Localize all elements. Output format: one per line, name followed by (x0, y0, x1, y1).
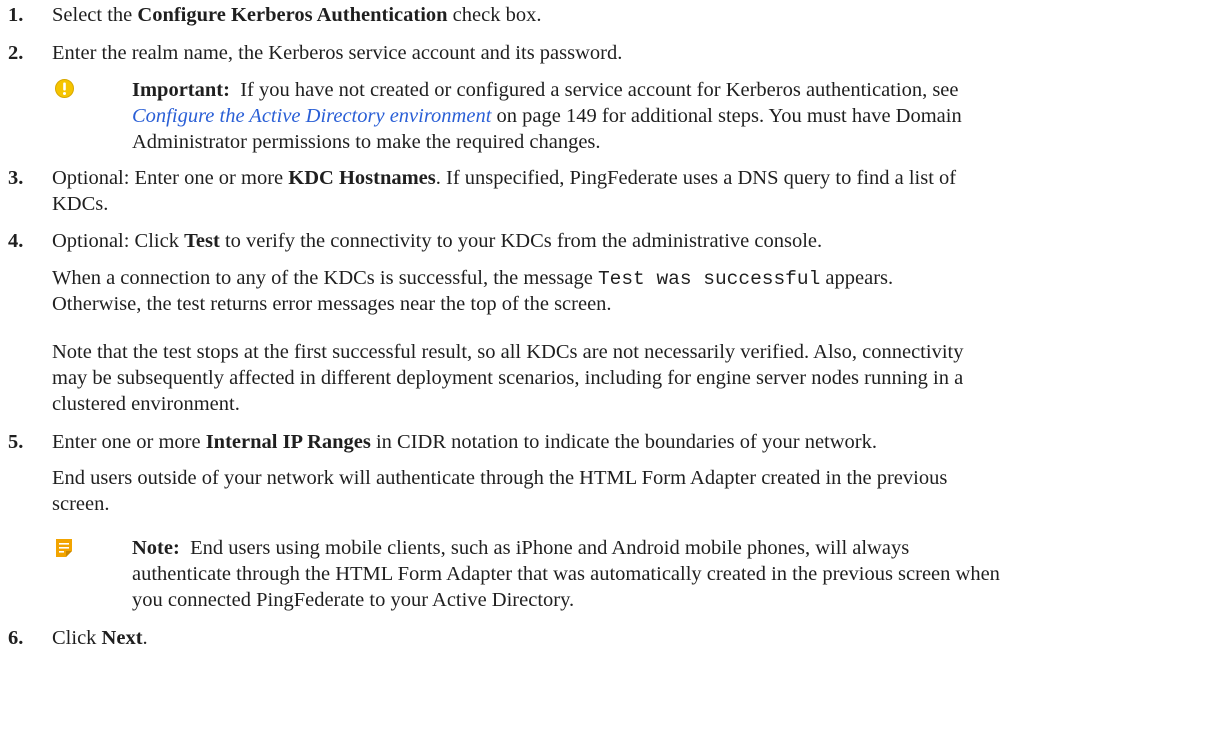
step-4-note-2: may be subsequently affected in differen… (52, 367, 964, 389)
ui-term: Test (184, 230, 220, 252)
step-number: 4. (8, 230, 24, 252)
step-1-text: Select the Configure Kerberos Authentica… (52, 3, 541, 27)
note-icon (56, 539, 72, 557)
step-6-text: Click Next. (52, 626, 148, 650)
step-number: 6. (8, 627, 24, 649)
step-text: . (142, 627, 148, 649)
step-3-text-cont: KDCs. (52, 193, 109, 215)
ui-term: Internal IP Ranges (205, 431, 371, 453)
step-text: in CIDR notation to indicate the boundar… (370, 431, 877, 453)
important-line-1: Important: If you have not created or co… (132, 78, 959, 102)
important-line-2: Configure the Active Directory environme… (132, 104, 962, 128)
important-text: If you have not created or configured a … (240, 79, 959, 101)
step-2-text: Enter the realm name, the Kerberos servi… (52, 42, 623, 64)
step-text: Optional: Enter one or more (52, 167, 289, 189)
configure-ad-link[interactable]: Configure the Active Directory environme… (132, 105, 491, 127)
step-5-detail-1: End users outside of your network will a… (52, 467, 948, 489)
step-4-detail-1: When a connection to any of the KDCs is … (52, 266, 893, 291)
note-line-2: authenticate through the HTML Form Adapt… (132, 563, 1000, 585)
step-4-detail-2: Otherwise, the test returns error messag… (52, 293, 612, 315)
note-text: End users using mobile clients, such as … (190, 537, 910, 559)
step-text: check box. (447, 4, 542, 26)
step-5-text: Enter one or more Internal IP Ranges in … (52, 430, 877, 454)
note-label: Note: (132, 537, 180, 559)
step-4-text: Optional: Click Test to verify the conne… (52, 229, 822, 253)
ui-term: Next (101, 627, 143, 649)
warning-circle-icon (55, 79, 74, 98)
step-5-detail-2: screen. (52, 493, 110, 515)
step-text: Optional: Click (52, 230, 185, 252)
step-number: 5. (8, 431, 24, 453)
detail-text: appears. (820, 267, 894, 289)
step-number: 1. (8, 4, 24, 26)
step-text: Select the (52, 4, 138, 26)
step-text: to verify the connectivity to your KDCs … (219, 230, 823, 252)
note-line-3: you connected PingFederate to your Activ… (132, 589, 575, 611)
ui-term: Configure Kerberos Authentication (137, 4, 448, 26)
step-number: 2. (8, 42, 24, 64)
step-4-note-3: clustered environment. (52, 393, 240, 415)
important-label: Important: (132, 79, 230, 101)
note-line-1: Note: End users using mobile clients, su… (132, 536, 909, 560)
important-text: on page 149 for additional steps. You mu… (491, 105, 962, 127)
step-4-note-1: Note that the test stops at the first su… (52, 341, 964, 363)
step-text: Enter one or more (52, 431, 206, 453)
step-number: 3. (8, 167, 24, 189)
step-text: . If unspecified, PingFederate uses a DN… (435, 167, 957, 189)
important-line-3: Administrator permissions to make the re… (132, 131, 601, 153)
step-3-text: Optional: Enter one or more KDC Hostname… (52, 166, 956, 190)
code-message: Test was successful (597, 268, 821, 290)
ui-term: KDC Hostnames (288, 167, 436, 189)
step-text: Click (52, 627, 102, 649)
detail-text: When a connection to any of the KDCs is … (52, 267, 598, 289)
